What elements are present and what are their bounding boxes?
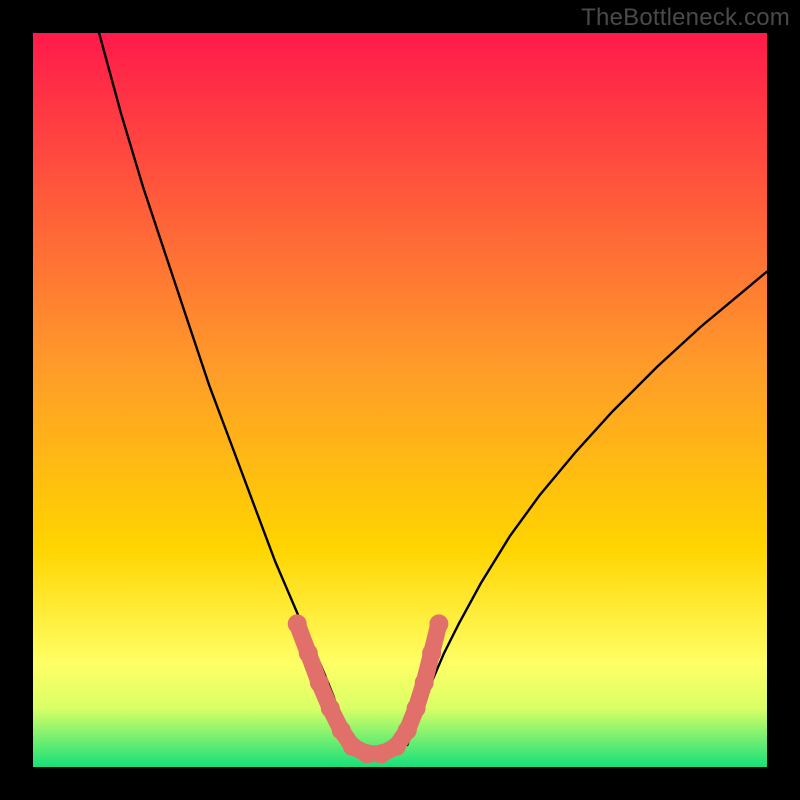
highlight-dot (415, 673, 434, 692)
highlight-dot (422, 644, 441, 663)
highlight-dot (407, 699, 426, 718)
highlight-dot (310, 673, 329, 692)
gradient-background (33, 33, 767, 767)
highlight-dot (387, 737, 406, 756)
highlight-dot (332, 721, 351, 740)
highlight-dot (321, 699, 340, 718)
highlight-dot (429, 614, 448, 633)
highlight-dot (299, 644, 318, 663)
highlight-dot (288, 614, 307, 633)
watermark-text: TheBottleneck.com (581, 4, 790, 32)
chart-frame: TheBottleneck.com (0, 0, 800, 800)
bottleneck-chart (0, 0, 800, 800)
highlight-dot (398, 721, 417, 740)
